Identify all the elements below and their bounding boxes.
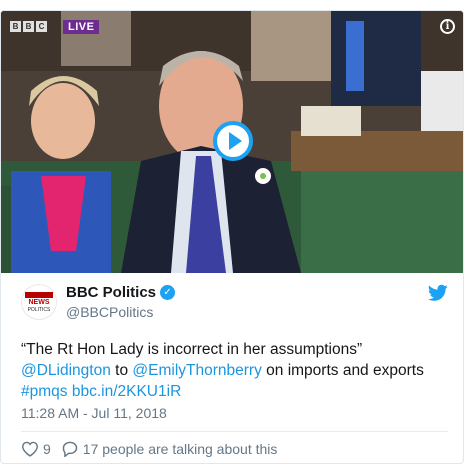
play-button[interactable]: [213, 121, 253, 161]
user-handle[interactable]: @BBCPolitics: [66, 304, 428, 320]
info-icon[interactable]: i: [440, 19, 455, 34]
logo-letter: B: [23, 21, 34, 32]
twitter-bird-icon[interactable]: [428, 284, 448, 302]
talking-count: 17 people are talking about this: [82, 441, 278, 457]
display-name-row[interactable]: BBC Politics ✓: [66, 284, 428, 301]
url-link[interactable]: bbc.in/2KKU1iR: [72, 383, 181, 400]
author-names: BBC Politics ✓ @BBCPolitics: [66, 284, 428, 320]
mention-link[interactable]: @EmilyThornberry: [132, 362, 261, 379]
conversation-action[interactable]: 17 people are talking about this: [61, 441, 278, 457]
logo-letter: C: [36, 21, 47, 32]
reply-bubble-icon: [61, 441, 79, 457]
avatar-bbc-strip: [25, 291, 53, 298]
tweet-body: NEWS POLITICS BBC Politics ✓ @BBCPolitic…: [1, 273, 463, 463]
tweet-quote: “The Rt Hon Lady is incorrect in her ass…: [21, 341, 363, 358]
tweet-connector: to: [110, 362, 133, 379]
display-name[interactable]: BBC Politics: [66, 284, 156, 301]
video-thumbnail[interactable]: B B C LIVE i: [1, 11, 463, 273]
tweet-line-3: #pmqs bbc.in/2KKU1iR: [21, 381, 448, 402]
tweet-timestamp[interactable]: 11:28 AM - Jul 11, 2018: [21, 405, 448, 421]
embedded-tweet-card: B B C LIVE i NEWS POLITICS BBC Politics …: [0, 10, 464, 464]
logo-letter: B: [10, 21, 21, 32]
tweet-author: NEWS POLITICS BBC Politics ✓ @BBCPolitic…: [21, 284, 448, 324]
tweet-line-2: @DLidington to @EmilyThornberry on impor…: [21, 360, 448, 381]
like-count: 9: [43, 441, 51, 457]
tweet-tail: on imports and exports: [261, 362, 424, 379]
avatar-news-label: NEWS: [28, 298, 50, 306]
live-badge: LIVE: [63, 20, 100, 34]
broadcaster-logo: B B C: [10, 21, 47, 32]
hashtag-link[interactable]: #pmqs: [21, 383, 68, 400]
tweet-text: “The Rt Hon Lady is incorrect in her ass…: [21, 339, 448, 402]
mention-link[interactable]: @DLidington: [21, 362, 111, 379]
verified-icon: ✓: [160, 285, 176, 300]
avatar[interactable]: NEWS POLITICS: [21, 284, 57, 320]
heart-icon: [21, 441, 39, 457]
tweet-actions: 9 17 people are talking about this: [21, 432, 448, 463]
play-icon: [228, 132, 242, 150]
like-action[interactable]: 9: [21, 441, 51, 457]
avatar-politics-label: POLITICS: [27, 306, 51, 313]
